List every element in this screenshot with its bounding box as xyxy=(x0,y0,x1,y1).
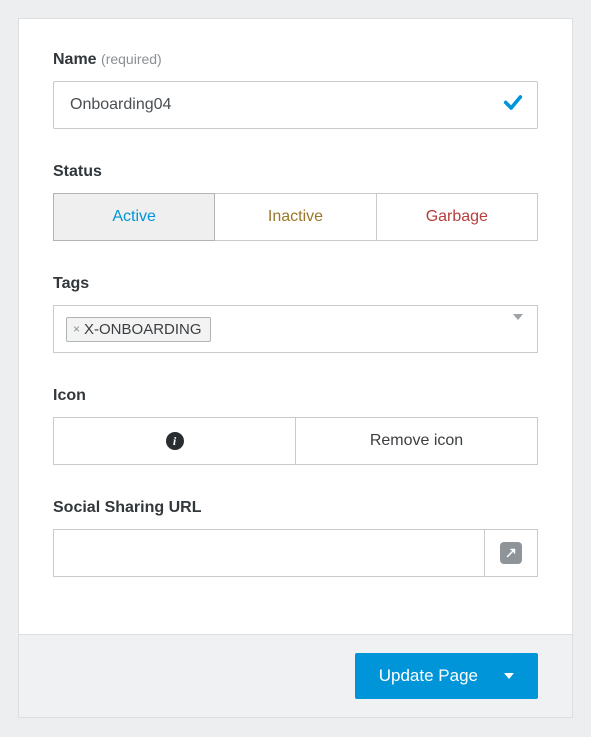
external-link-icon xyxy=(500,542,522,564)
icon-label: Icon xyxy=(53,387,538,405)
tag-chip-label: X-ONBOARDING xyxy=(84,321,202,338)
status-label: Status xyxy=(53,163,538,181)
update-page-label: Update Page xyxy=(379,666,478,686)
social-url-label: Social Sharing URL xyxy=(53,499,538,517)
remove-icon-button[interactable]: Remove icon xyxy=(295,418,537,464)
name-label-text: Name xyxy=(53,51,97,68)
status-toggle-group: Active Inactive Garbage xyxy=(53,193,538,241)
social-url-row xyxy=(53,529,538,577)
page-form-panel: Name (required) Status Active Inactive G… xyxy=(18,18,573,718)
name-field: Name (required) xyxy=(53,51,538,129)
caret-down-icon xyxy=(504,673,514,679)
icon-field: Icon i Remove icon xyxy=(53,387,538,465)
name-label: Name (required) xyxy=(53,51,538,69)
social-url-field: Social Sharing URL xyxy=(53,499,538,577)
panel-footer: Update Page xyxy=(19,634,572,717)
name-input-wrap xyxy=(53,81,538,129)
name-input[interactable] xyxy=(53,81,538,129)
tag-chip: × X-ONBOARDING xyxy=(66,317,211,342)
status-inactive-button[interactable]: Inactive xyxy=(215,193,376,241)
check-icon xyxy=(502,92,524,119)
tags-label: Tags xyxy=(53,275,538,293)
open-url-button[interactable] xyxy=(484,529,538,577)
status-garbage-button[interactable]: Garbage xyxy=(377,193,538,241)
chevron-down-icon[interactable] xyxy=(513,320,523,338)
tags-field: Tags × X-ONBOARDING xyxy=(53,275,538,353)
icon-preview-button[interactable]: i xyxy=(54,418,295,464)
info-icon: i xyxy=(166,432,184,450)
tag-remove-icon[interactable]: × xyxy=(73,322,80,336)
tags-select[interactable]: × X-ONBOARDING xyxy=(53,305,538,353)
status-field: Status Active Inactive Garbage xyxy=(53,163,538,241)
status-active-button[interactable]: Active xyxy=(53,193,215,241)
name-required-hint: (required) xyxy=(101,51,162,67)
social-url-input[interactable] xyxy=(53,529,484,577)
panel-body: Name (required) Status Active Inactive G… xyxy=(19,19,572,634)
icon-row: i Remove icon xyxy=(53,417,538,465)
update-page-button[interactable]: Update Page xyxy=(355,653,538,699)
